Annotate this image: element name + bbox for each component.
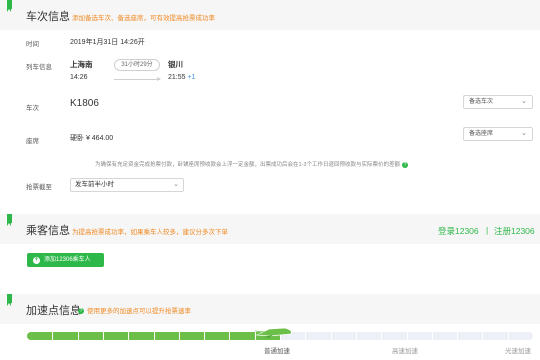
deadline-label: 抢票截至 [26, 184, 52, 191]
from-station: 上海南 [70, 60, 93, 69]
slider-segment-divider [153, 332, 155, 340]
arrive-time: 21:55 [168, 74, 186, 81]
slider-segment-divider [330, 332, 332, 340]
duration-badge: 31小时29分 [114, 59, 160, 71]
slider-segment-divider [178, 332, 180, 340]
train-info-hint: 添加备选车次、备选座席，可有效提高抢票成功率 [72, 15, 215, 22]
train-info-header: 车次信息 添加备选车次、备选座席，可有效提高抢票成功率 [0, 0, 540, 30]
duration-arrow [114, 77, 161, 81]
slider-segment-divider [102, 332, 104, 340]
plus-day-badge: +1 [187, 74, 196, 81]
slider-segment-divider [381, 332, 383, 340]
speed-header: 加速点信息 ? 使用更多的加速点可以提升抢票速率 [0, 294, 540, 324]
depart-time: 14:26 [70, 74, 88, 81]
alt-seat-button[interactable]: 备选座席 ⌄ [463, 127, 533, 141]
section-accent-bar [7, 294, 12, 306]
to-station: 银川 [168, 60, 183, 69]
rocket-icon[interactable] [255, 325, 295, 339]
slider-segment-divider [229, 332, 231, 340]
speed-label-fast: 高速加速 [392, 348, 418, 355]
seat-value: 硬卧 ¥ 464.00 [70, 135, 114, 142]
chevron-down-icon: ⌄ [521, 130, 527, 137]
alt-train-button[interactable]: 备选车次 ⌄ [463, 95, 533, 109]
slider-segment-divider [406, 332, 408, 340]
add-passenger-button-label: 添加12306乘车人 [44, 257, 91, 263]
help-icon[interactable]: ? [78, 308, 84, 315]
slider-segment-divider [128, 332, 130, 340]
speed-title: 加速点信息 [26, 305, 81, 317]
link-separator: | [486, 225, 489, 235]
speed-label-lightspeed: 光速加速 [505, 348, 531, 355]
register-12306-link[interactable]: 注册12306 [494, 225, 535, 237]
slider-segment-divider [482, 332, 484, 340]
speed-label-normal: 普通加速 [264, 348, 290, 355]
speed-hint-wrap: ? 使用更多的加速点可以提升抢票速率 [78, 305, 191, 315]
passenger-hint: 为提高抢票成功率，如果乘车人较多，建议分多次下单 [72, 229, 228, 236]
deadline-select-value: 发车前半小时 [75, 181, 114, 188]
prepayment-note-text: 为确保有充足资金完成抢票付款，卧铺座席预收款会上浮一定金额，出票成功后会在1-3… [95, 162, 400, 168]
train-number: K1806 [70, 98, 99, 109]
speed-hint: 使用更多的加速点可以提升抢票速率 [87, 308, 191, 315]
slider-segment-divider [507, 332, 509, 340]
login-12306-link[interactable]: 登录12306 [438, 225, 479, 237]
slider-segment-divider [204, 332, 206, 340]
seat-label: 座席 [26, 138, 39, 145]
slider-segment-divider [305, 332, 307, 340]
section-accent-bar [7, 214, 12, 226]
alt-seat-button-label: 备选座席 [469, 131, 494, 137]
time-label: 时间 [26, 41, 39, 48]
passenger-title: 乘客信息 [26, 225, 70, 237]
plus-icon: + [33, 256, 40, 264]
chevron-down-icon: ⌄ [521, 98, 527, 105]
slider-segment-divider [77, 332, 79, 340]
chevron-down-icon: ⌄ [173, 181, 179, 188]
help-icon[interactable]: ? [401, 161, 408, 168]
train-info-label: 列车信息 [26, 64, 52, 71]
deadline-select[interactable]: 发车前半小时 ⌄ [70, 178, 184, 192]
section-accent-bar [7, 0, 12, 12]
slider-segment-divider [457, 332, 459, 340]
slider-segment-divider [355, 332, 357, 340]
arrive-time-wrap: 21:55 +1 [168, 74, 195, 81]
departure-date: 2019年1月31日 14:26开 [70, 39, 145, 46]
slider-segment-divider [52, 332, 54, 340]
add-passenger-button[interactable]: + 添加12306乘车人 [27, 253, 104, 267]
alt-train-button-label: 备选车次 [469, 99, 494, 105]
train-info-title: 车次信息 [26, 11, 70, 23]
prepayment-note: 为确保有充足资金完成抢票付款，卧铺座席预收款会上浮一定金额，出票成功后会在1-3… [95, 160, 408, 168]
slider-segment-divider [431, 332, 433, 340]
train-no-label: 车次 [26, 105, 39, 112]
